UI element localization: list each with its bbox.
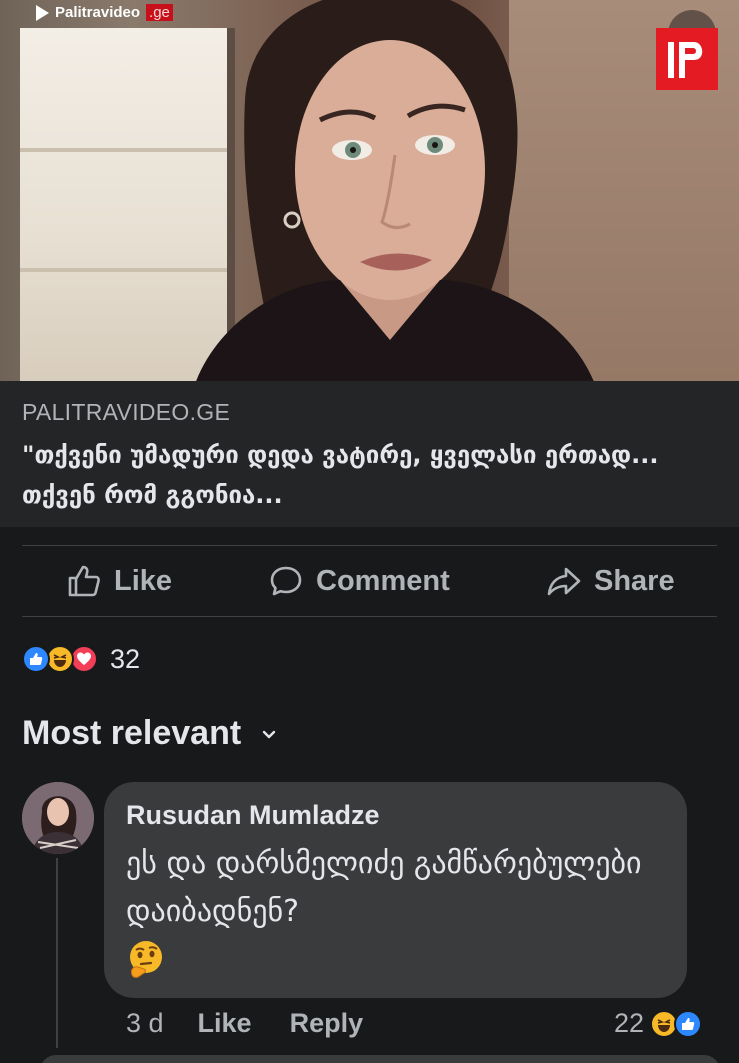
chevron-down-icon bbox=[262, 730, 276, 738]
love-reaction-icon bbox=[70, 645, 98, 673]
comment-sort-dropdown[interactable]: Most relevant bbox=[22, 714, 279, 753]
comment-reactions[interactable]: 22 bbox=[614, 1008, 703, 1039]
play-icon bbox=[36, 4, 49, 21]
portrait-photo bbox=[196, 0, 594, 381]
haha-reaction-icon bbox=[46, 645, 74, 673]
link-preview-image[interactable]: Palitravideo .ge bbox=[0, 0, 739, 381]
post-reactions[interactable]: 32 bbox=[22, 643, 140, 675]
sort-label: Most relevant bbox=[22, 714, 242, 752]
link-caption[interactable]: PALITRAVIDEO.GE "თქვენი უმადური დედა ვატ… bbox=[0, 381, 739, 527]
palitra-logo-icon bbox=[668, 42, 703, 78]
like-label: Like bbox=[114, 564, 173, 597]
comment-bubble[interactable]: Rusudan Mumladze ეს და დარსმელიძე გამწარ… bbox=[104, 782, 687, 998]
share-label: Share bbox=[594, 564, 675, 597]
share-arrow-icon bbox=[547, 567, 581, 596]
like-button[interactable]: Like bbox=[66, 546, 172, 616]
comment-button[interactable]: Comment bbox=[268, 546, 450, 616]
link-title[interactable]: "თქვენი უმადური დედა ვატირე, ყველასი ერთ… bbox=[22, 435, 722, 515]
comment-meta: 3 d Like Reply bbox=[126, 1008, 363, 1039]
avatar-photo bbox=[22, 782, 94, 854]
comment-like-button[interactable]: Like bbox=[198, 1008, 252, 1039]
comment-body: ეს და დარსმელიძე გამწარებულები დაიბადნენ… bbox=[126, 846, 642, 929]
reaction-count: 32 bbox=[110, 643, 141, 674]
palitra-logo bbox=[656, 28, 718, 90]
comment-bubble-icon bbox=[270, 566, 302, 596]
comment-label: Comment bbox=[316, 564, 450, 597]
comment-author[interactable]: Rusudan Mumladze bbox=[126, 800, 380, 831]
like-reaction-icon bbox=[674, 1009, 703, 1038]
watermark-name: Palitravideo bbox=[55, 4, 141, 21]
divider bbox=[22, 616, 717, 617]
comment-reply-button[interactable]: Reply bbox=[290, 1008, 364, 1039]
share-button[interactable]: Share bbox=[546, 546, 675, 616]
next-comment-bubble bbox=[40, 1055, 720, 1063]
thumbs-up-icon bbox=[68, 565, 100, 597]
avatar[interactable] bbox=[22, 782, 94, 854]
thinking-face-emoji-icon bbox=[130, 940, 162, 978]
site-watermark: Palitravideo .ge bbox=[36, 4, 173, 21]
watermark-tld: .ge bbox=[146, 4, 173, 21]
thread-line bbox=[56, 858, 58, 1048]
comment-text: ეს და დარსმელიძე გამწარებულები დაიბადნენ… bbox=[126, 840, 671, 984]
comment-timestamp[interactable]: 3 d bbox=[126, 1008, 164, 1039]
link-domain: PALITRAVIDEO.GE bbox=[22, 399, 231, 425]
comment-reaction-count: 22 bbox=[614, 1008, 645, 1038]
like-reaction-icon bbox=[22, 645, 50, 673]
post-action-bar: Like Comment Share bbox=[0, 546, 739, 616]
